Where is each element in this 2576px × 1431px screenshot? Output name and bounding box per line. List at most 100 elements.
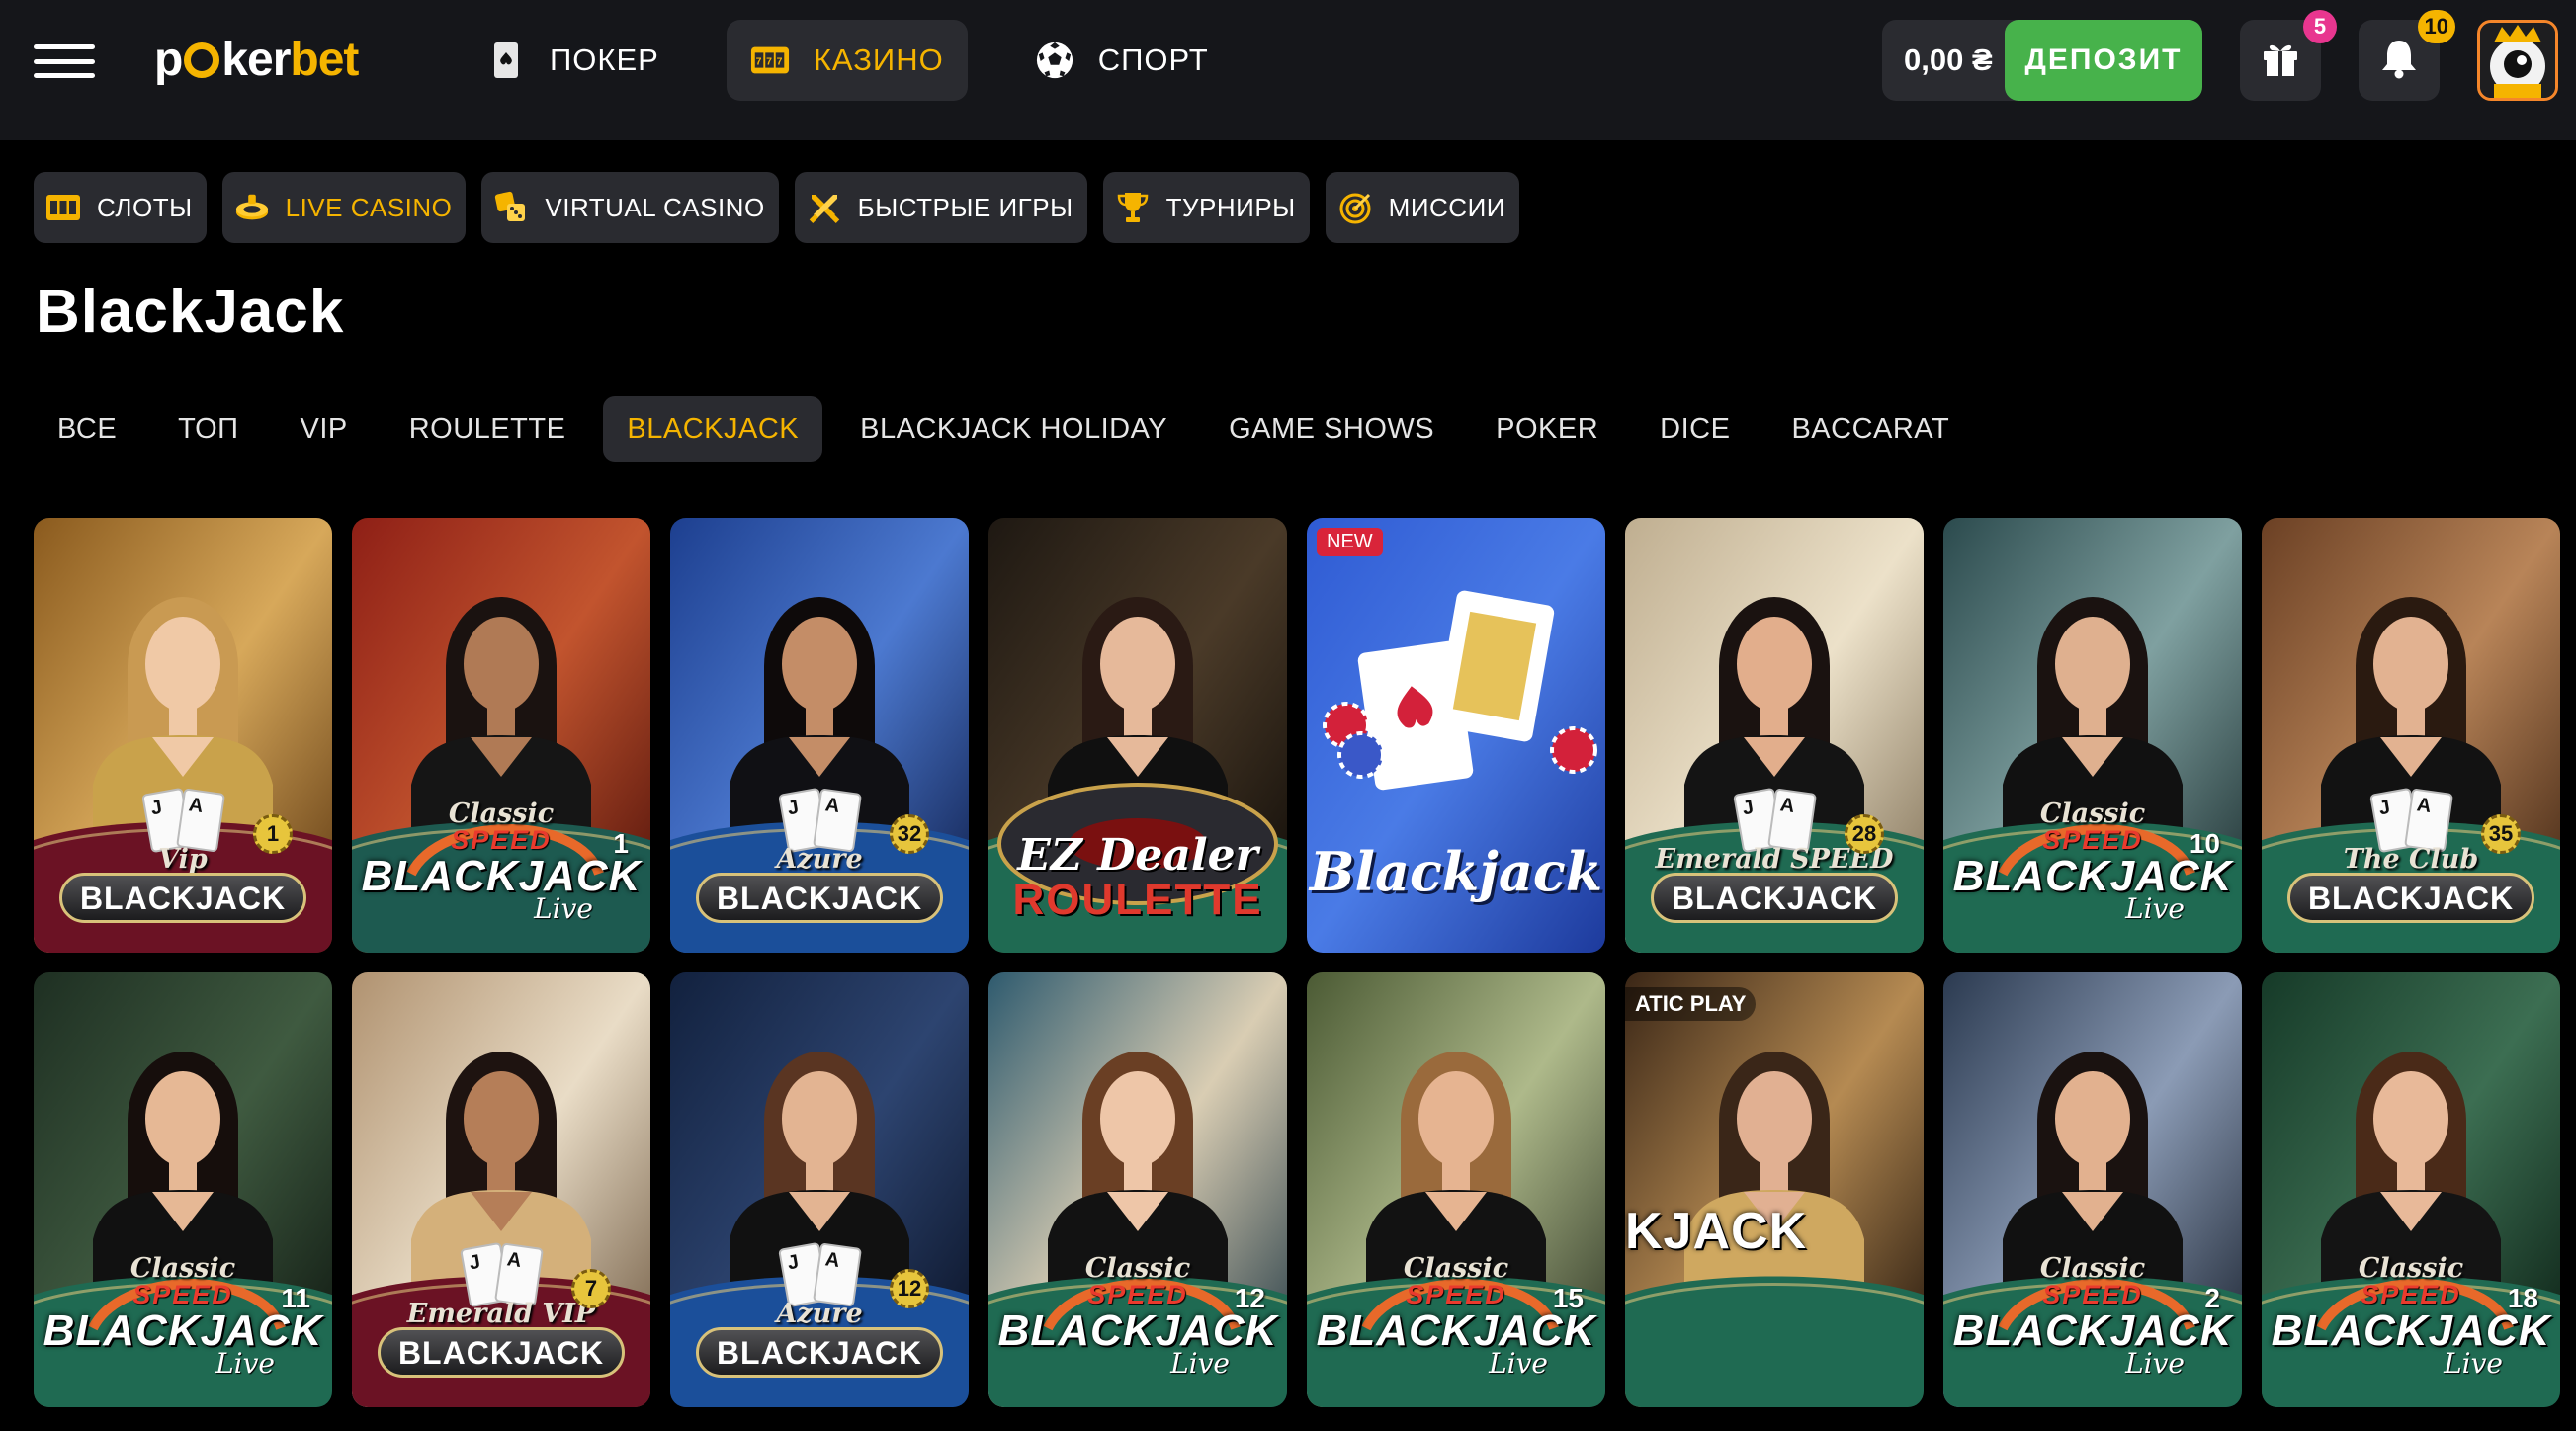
game-tile[interactable]: Classic SPEED BLACKJACK Live 11 (34, 972, 332, 1407)
tab-blackjack-holiday[interactable]: BLACKJACK HOLIDAY (836, 396, 1191, 462)
game-tile[interactable]: J A The Club BLACKJACK 35 (2262, 518, 2560, 953)
table-number: 1 (613, 828, 629, 859)
game-title: Classic SPEED BLACKJACK Live (1307, 1255, 1605, 1378)
live-casino-icon (234, 190, 270, 225)
game-subtitle: EZ Dealer (1017, 829, 1258, 881)
balance-amount[interactable]: 0,00 ₴ (1904, 20, 1993, 101)
slot-machine-icon: 777 (750, 41, 790, 80)
category-missions[interactable]: МИССИИ (1325, 172, 1519, 243)
category-fast-games[interactable]: БЫСТРЫЕ ИГРЫ (794, 172, 1087, 243)
tab-baccarat[interactable]: BACCARAT (1767, 396, 1973, 462)
notification-count-badge: 10 (2417, 10, 2455, 43)
page-title: BlackJack (36, 278, 345, 346)
table-number: 12 (890, 1269, 929, 1308)
table-number: 28 (1845, 814, 1884, 854)
game-grid: J A Vip BLACKJACK 1 Classic SPEED BLACKJACK Live… (34, 518, 2560, 1407)
top-bar: p kerbet ПОКЕР 777 КАЗИНО СПОРТ 0,00 ₴ ДЕ… (0, 0, 2576, 140)
game-tile[interactable]: J A Emerald VIP BLACKJACK 7 (352, 972, 650, 1407)
bell-icon (2379, 38, 2419, 84)
game-title: Blackjack (1307, 840, 1605, 903)
game-subtitle: Classic (2039, 798, 2146, 829)
table-number: 11 (281, 1283, 310, 1313)
pokerbet-logo[interactable]: p kerbet (154, 30, 359, 91)
logo-chip-icon (184, 42, 220, 78)
category-virtual-casino-label: VIRTUAL CASINO (545, 192, 765, 222)
game-title: Classic SPEED BLACKJACK Live (2262, 1255, 2560, 1378)
nav-casino[interactable]: 777 КАЗИНО (726, 20, 968, 101)
logo-text-ker: ker (221, 34, 291, 86)
provider-label: ATIC PLAY (1625, 987, 1757, 1022)
table-number: 1 (253, 814, 293, 854)
game-tile[interactable]: NEW Blackjack (1307, 518, 1605, 953)
notifications-button[interactable]: 10 (2359, 10, 2455, 101)
game-name: BLACKJACK (1650, 873, 1899, 923)
game-title: Classic SPEED BLACKJACK Live (1943, 1255, 2242, 1378)
game-tile[interactable]: Classic SPEED BLACKJACK Live 15 (1307, 972, 1605, 1407)
game-tile[interactable]: Classic SPEED BLACKJACK Live 2 (1943, 972, 2242, 1407)
game-tile[interactable]: J A Azure BLACKJACK 12 (670, 972, 969, 1407)
gift-button[interactable]: 5 (2240, 10, 2337, 101)
avatar[interactable] (2477, 20, 2558, 101)
category-slots[interactable]: СЛОТЫ (34, 172, 207, 243)
game-name: BLACKJACK (43, 1305, 323, 1355)
game-subtitle: Classic (2039, 1252, 2146, 1284)
category-live-casino[interactable]: LIVE CASINO (221, 172, 467, 243)
game-subtitle: Emerald SPEED (1655, 844, 1894, 875)
game-tile[interactable]: J A Azure BLACKJACK 32 (670, 518, 969, 953)
tab-poker[interactable]: POKER (1472, 396, 1622, 462)
nav-sport[interactable]: СПОРТ (1011, 20, 1233, 101)
game-title: Azure BLACKJACK (670, 846, 969, 923)
game-tile[interactable]: Classic SPEED BLACKJACK Live 12 (988, 972, 1287, 1407)
category-chips: СЛОТЫ LIVE CASINO VIRTUAL CASINO БЫСТРЫЕ… (34, 172, 1519, 243)
crossed-swords-icon (807, 190, 842, 225)
svg-text:7: 7 (776, 57, 783, 68)
tab-dice[interactable]: DICE (1636, 396, 1754, 462)
game-subtitle: Classic (448, 798, 555, 829)
game-tile[interactable]: J A Emerald SPEED BLACKJACK 28 (1625, 518, 1924, 953)
soccer-ball-icon (1035, 41, 1074, 80)
deposit-button[interactable]: ДЕПОЗИТ (2005, 20, 2202, 101)
game-tile[interactable]: Classic SPEED BLACKJACK Live 18 (2262, 972, 2560, 1407)
game-name: BLACKJACK (2271, 1305, 2551, 1355)
category-virtual-casino[interactable]: VIRTUAL CASINO (481, 172, 779, 243)
category-slots-label: СЛОТЫ (97, 192, 193, 222)
game-name: BLACKJACK (1952, 1305, 2233, 1355)
game-tile[interactable]: J A Vip BLACKJACK 1 (34, 518, 332, 953)
game-subtitle: Classic (2358, 1252, 2464, 1284)
game-thumbnail (1625, 972, 1924, 1407)
category-fast-games-label: БЫСТРЫЕ ИГРЫ (857, 192, 1073, 222)
game-name: BLACKJACK (695, 873, 944, 923)
game-name: BLACKJACK (695, 1327, 944, 1378)
tab-game-shows[interactable]: GAME SHOWS (1205, 396, 1458, 462)
svg-text:7: 7 (755, 57, 762, 68)
gift-count-badge: 5 (2303, 10, 2337, 43)
playing-cards-icon: JA (2368, 785, 2457, 854)
main-nav: ПОКЕР 777 КАЗИНО СПОРТ (463, 20, 1233, 101)
tab-blackjack[interactable]: BLACKJACK (603, 396, 823, 462)
game-title: Emerald SPEED BLACKJACK (1625, 846, 1924, 923)
game-name: BLACKJACK (361, 851, 642, 900)
tab-vip[interactable]: VIP (276, 396, 371, 462)
game-tile[interactable]: Classic SPEED BLACKJACK Live 10 (1943, 518, 2242, 953)
game-subtitle: Azure (776, 844, 863, 875)
game-speed-label: SPEED (2042, 1279, 2143, 1309)
tab-all[interactable]: ВСЕ (34, 396, 140, 462)
gift-icon (2260, 38, 2301, 84)
menu-icon[interactable] (34, 44, 95, 78)
table-number: 12 (1234, 1283, 1265, 1313)
tab-top[interactable]: ТОП (154, 396, 262, 462)
game-title: Classic SPEED BLACKJACK Live (1943, 800, 2242, 923)
game-name: BLACKJACK (997, 1305, 1278, 1355)
game-tile[interactable]: ATIC PLAY KJACK (1625, 972, 1924, 1407)
game-title: EZ Dealer ROULETTE (988, 829, 1287, 923)
playing-cards-icon: JA (777, 785, 866, 854)
subcategory-tabs: ВСЕ ТОП VIP ROULETTE BLACKJACK BLACKJACK… (34, 396, 1973, 462)
avatar-mascot-icon (2480, 23, 2555, 98)
game-tile[interactable]: EZ Dealer ROULETTE (988, 518, 1287, 953)
game-subtitle: Classic (1403, 1252, 1509, 1284)
nav-poker[interactable]: ПОКЕР (463, 20, 683, 101)
category-tournaments[interactable]: ТУРНИРЫ (1102, 172, 1310, 243)
tab-roulette[interactable]: ROULETTE (386, 396, 590, 462)
playing-cards-icon: JA (1732, 785, 1821, 854)
game-tile[interactable]: Classic SPEED BLACKJACK Live 1 (352, 518, 650, 953)
